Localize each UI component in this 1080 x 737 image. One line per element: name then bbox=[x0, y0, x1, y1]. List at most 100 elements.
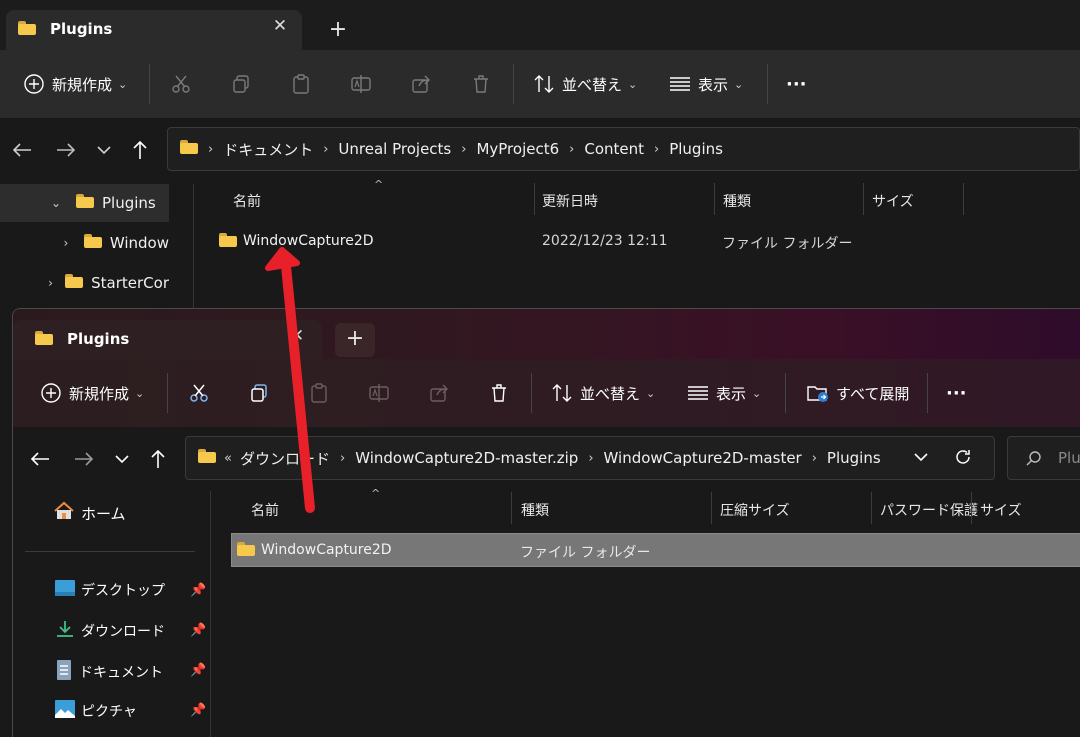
nav-tree-label: Plugins bbox=[102, 194, 156, 212]
paste-button[interactable] bbox=[283, 66, 319, 102]
extract-all-button[interactable]: すべて展開 bbox=[800, 375, 909, 411]
tab-title: Plugins bbox=[67, 330, 130, 348]
delete-button[interactable] bbox=[463, 66, 499, 102]
more-icon: ··· bbox=[946, 382, 967, 404]
file-row[interactable]: WindowCapture2D 2022/12/23 12:11 ファイル フォ… bbox=[212, 226, 1080, 258]
share-button[interactable] bbox=[421, 375, 457, 411]
breadcrumb-item[interactable]: ドキュメント bbox=[223, 139, 313, 160]
rename-button[interactable] bbox=[361, 375, 397, 411]
close-tab-icon[interactable]: ✕ bbox=[268, 16, 292, 36]
desktop-icon bbox=[55, 580, 75, 600]
column-header-size[interactable]: サイズ bbox=[872, 191, 914, 211]
copy-icon bbox=[223, 66, 259, 102]
folder-icon bbox=[198, 449, 216, 467]
nav-label: デスクトップ bbox=[81, 583, 165, 599]
copy-button[interactable] bbox=[241, 375, 277, 411]
tab-bar: Plugins ✕ + bbox=[13, 309, 1080, 359]
nav-label: ダウンロード bbox=[81, 624, 165, 640]
nav-label: ピクチャ bbox=[81, 704, 137, 720]
nav-item-downloads[interactable]: ダウンロード bbox=[55, 620, 165, 642]
chevron-right-icon: › bbox=[811, 450, 817, 466]
sort-ascending-icon: ^ bbox=[374, 178, 384, 191]
column-header-name[interactable]: 名前 bbox=[233, 191, 261, 211]
new-button[interactable]: 新規作成 ⌄ bbox=[16, 66, 127, 102]
nav-item-home[interactable]: ホーム bbox=[53, 501, 126, 525]
extract-all-label: すべて展開 bbox=[836, 384, 910, 403]
delete-button[interactable] bbox=[481, 375, 517, 411]
nav-tree-item-window[interactable]: › Window bbox=[60, 224, 169, 262]
rename-icon bbox=[343, 66, 379, 102]
back-button[interactable] bbox=[24, 443, 56, 475]
arrow-right-icon bbox=[57, 143, 76, 157]
back-button[interactable] bbox=[6, 134, 38, 166]
cut-button[interactable] bbox=[163, 66, 199, 102]
cut-button[interactable] bbox=[181, 375, 217, 411]
file-list: ^ 名前 種類 圧縮サイズ パスワード保護 サイズ WindowCapture2… bbox=[211, 487, 1080, 737]
up-button[interactable] bbox=[124, 134, 156, 166]
recent-locations-button[interactable] bbox=[88, 134, 120, 166]
new-button[interactable]: 新規作成 ⌄ bbox=[33, 375, 144, 411]
recent-locations-button[interactable] bbox=[106, 443, 138, 475]
breadcrumb-item[interactable]: Content bbox=[584, 140, 644, 158]
paste-button[interactable] bbox=[301, 375, 337, 411]
breadcrumb-item[interactable]: Plugins bbox=[827, 449, 881, 467]
chevron-down-icon: ⌄ bbox=[50, 196, 62, 210]
rename-button[interactable] bbox=[343, 66, 379, 102]
column-header-size[interactable]: サイズ bbox=[980, 500, 1022, 520]
extract-folder-icon bbox=[800, 375, 836, 411]
more-options-button[interactable]: ··· bbox=[786, 66, 807, 102]
column-header-password[interactable]: パスワード保護 bbox=[880, 500, 978, 520]
nav-item-documents[interactable]: ドキュメント bbox=[55, 660, 163, 684]
search-input[interactable]: Plug bbox=[1007, 436, 1080, 480]
sort-label: 並べ替え bbox=[580, 384, 641, 403]
arrow-right-icon bbox=[75, 452, 94, 466]
column-header-type[interactable]: 種類 bbox=[723, 191, 751, 211]
file-row[interactable]: WindowCapture2D ファイル フォルダー bbox=[231, 533, 1080, 567]
breadcrumb-overflow[interactable]: « bbox=[224, 451, 232, 466]
view-button[interactable]: 表示 ⌄ bbox=[680, 375, 761, 411]
tab-plugins[interactable]: Plugins ✕ bbox=[6, 10, 302, 50]
breadcrumb-item[interactable]: WindowCapture2D-master.zip bbox=[355, 449, 578, 467]
refresh-icon[interactable] bbox=[954, 448, 972, 470]
chevron-right-icon: › bbox=[339, 450, 346, 466]
copy-icon bbox=[241, 375, 277, 411]
up-button[interactable] bbox=[142, 443, 174, 475]
sort-button[interactable]: 並べ替え ⌄ bbox=[544, 375, 655, 411]
close-tab-icon[interactable]: ✕ bbox=[285, 326, 309, 346]
breadcrumb-item[interactable]: Unreal Projects bbox=[338, 140, 451, 158]
breadcrumb-item[interactable]: Plugins bbox=[669, 140, 723, 158]
chevron-down-icon: ⌄ bbox=[734, 77, 744, 91]
forward-button[interactable] bbox=[50, 134, 82, 166]
breadcrumb-item[interactable]: ダウンロード bbox=[240, 448, 330, 469]
arrow-up-icon bbox=[151, 449, 165, 468]
pin-icon: 📌 bbox=[190, 583, 207, 598]
view-button[interactable]: 表示 ⌄ bbox=[662, 66, 743, 102]
column-header-modified[interactable]: 更新日時 bbox=[542, 191, 598, 211]
sort-button[interactable]: 並べ替え ⌄ bbox=[526, 66, 637, 102]
breadcrumb-item[interactable]: MyProject6 bbox=[476, 140, 559, 158]
new-tab-button[interactable]: + bbox=[335, 323, 375, 357]
new-tab-button[interactable]: + bbox=[318, 14, 358, 48]
share-button[interactable] bbox=[403, 66, 439, 102]
nav-tree-item-plugins[interactable]: ⌄ Plugins bbox=[48, 184, 156, 222]
address-row: › ドキュメント › Unreal Projects › MyProject6 … bbox=[0, 118, 1080, 182]
column-header-type[interactable]: 種類 bbox=[521, 500, 549, 520]
nav-tree-item-startercontent[interactable]: › StarterCor bbox=[48, 264, 169, 302]
nav-item-pictures[interactable]: ピクチャ bbox=[55, 700, 137, 722]
document-icon bbox=[55, 660, 73, 684]
divider bbox=[531, 373, 532, 413]
forward-button[interactable] bbox=[68, 443, 100, 475]
nav-item-desktop[interactable]: デスクトップ bbox=[55, 580, 165, 600]
front-explorer-window: Plugins ✕ + 新規作成 ⌄ 並べ替え ⌄ 表示 ⌄ すべて展開 ···… bbox=[12, 308, 1080, 737]
share-icon bbox=[403, 66, 439, 102]
column-header-name[interactable]: 名前 bbox=[251, 500, 279, 520]
more-options-button[interactable]: ··· bbox=[946, 375, 967, 411]
view-list-icon bbox=[680, 375, 716, 411]
breadcrumb-item[interactable]: WindowCapture2D-master bbox=[604, 449, 802, 467]
copy-button[interactable] bbox=[223, 66, 259, 102]
column-header-compressed-size[interactable]: 圧縮サイズ bbox=[720, 500, 790, 520]
tab-plugins[interactable]: Plugins ✕ bbox=[13, 320, 322, 359]
address-dropdown-icon[interactable] bbox=[914, 450, 928, 466]
address-bar[interactable]: « ダウンロード › WindowCapture2D-master.zip › … bbox=[185, 436, 995, 480]
address-bar[interactable]: › ドキュメント › Unreal Projects › MyProject6 … bbox=[167, 127, 1080, 171]
